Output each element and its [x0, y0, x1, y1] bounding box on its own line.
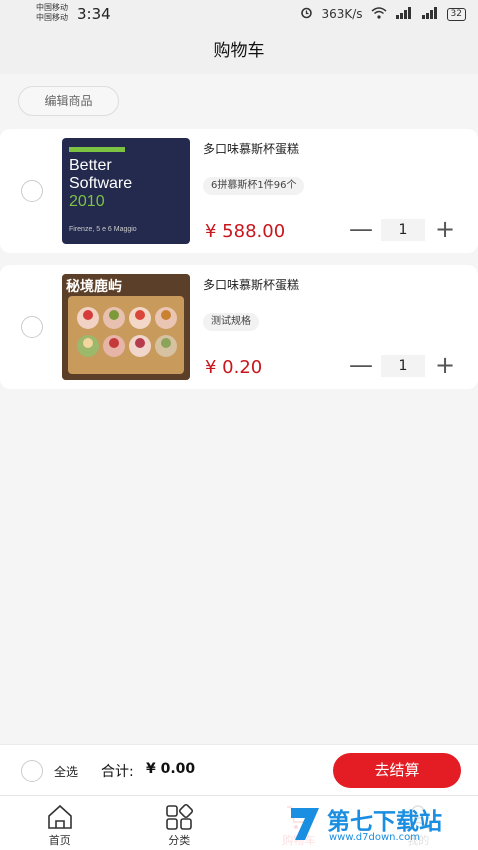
quantity-stepper: — 1 +	[348, 217, 458, 243]
product-image-caption: Firenze, 5 e 6 Maggio	[69, 226, 137, 233]
total-value: ¥ 0.00	[146, 761, 196, 777]
wifi-icon	[371, 6, 387, 22]
status-indicators: 363K/s 32	[300, 6, 466, 22]
page-title: 购物车	[213, 41, 265, 61]
quantity-value[interactable]: 1	[381, 219, 425, 241]
tab-category[interactable]: 分类	[120, 796, 240, 850]
product-image-text-1: Better	[69, 157, 112, 174]
cart-item: Better Software 2010 Firenze, 5 e 6 Magg…	[0, 129, 478, 253]
increase-quantity-button[interactable]: +	[432, 217, 458, 243]
product-spec: 6拼慕斯杯1件96个	[203, 177, 305, 195]
product-name: 多口味慕斯杯蛋糕	[203, 142, 300, 156]
carrier-line-1: 中国移动	[36, 3, 68, 12]
product-image[interactable]: 秘境鹿屿	[62, 274, 190, 380]
product-price: ¥ 0.20	[205, 357, 263, 378]
cart-item: 秘境鹿屿 多口味慕斯杯蛋糕 测试规格 ¥ 0.20 — 1 +	[0, 265, 478, 389]
carrier-info: 中国移动 中国移动	[36, 3, 68, 23]
signal-icon	[395, 6, 413, 22]
product-spec: 测试规格	[203, 313, 259, 331]
battery-icon: 32	[446, 7, 466, 21]
product-price: ¥ 588.00	[205, 221, 286, 242]
item-select-radio[interactable]	[21, 316, 43, 338]
quantity-value[interactable]: 1	[381, 355, 425, 377]
carrier-line-2: 中国移动	[36, 13, 68, 22]
watermark-logo-icon	[291, 808, 319, 840]
checkout-button[interactable]: 去结算	[333, 753, 461, 788]
select-all-radio[interactable]	[21, 760, 43, 782]
tab-home[interactable]: 首页	[0, 796, 120, 850]
quantity-stepper: — 1 +	[348, 353, 458, 379]
alarm-icon	[300, 6, 313, 22]
category-icon	[164, 802, 194, 832]
total-label: 合计:	[101, 764, 134, 780]
tab-home-label: 首页	[48, 834, 71, 847]
checkout-bar: 全选 合计: ¥ 0.00 去结算	[0, 744, 478, 795]
home-icon	[45, 802, 75, 832]
item-select-radio[interactable]	[21, 180, 43, 202]
network-speed: 363K/s	[321, 7, 363, 21]
product-image-text-3: 2010	[69, 193, 105, 210]
edit-items-button[interactable]: 编辑商品	[18, 86, 119, 116]
decrease-quantity-button[interactable]: —	[348, 353, 374, 379]
product-image[interactable]: Better Software 2010 Firenze, 5 e 6 Magg…	[62, 138, 190, 244]
tab-category-label: 分类	[168, 834, 191, 847]
product-image-title: 秘境鹿屿	[66, 279, 122, 295]
signal-icon-2	[421, 6, 439, 22]
watermark-title: 第七下载站	[327, 809, 442, 835]
watermark-url: www.d7down.com	[329, 832, 421, 843]
status-bar: 中国移动 中国移动 3:34 363K/s 32	[0, 0, 478, 28]
product-image-text-2: Software	[69, 175, 133, 192]
increase-quantity-button[interactable]: +	[432, 353, 458, 379]
nav-bar: 购物车	[0, 28, 478, 74]
status-time: 3:34	[77, 5, 111, 23]
select-all-label[interactable]: 全选	[54, 763, 78, 780]
decrease-quantity-button[interactable]: —	[348, 217, 374, 243]
product-name: 多口味慕斯杯蛋糕	[203, 278, 300, 292]
watermark: 第七下载站 www.d7down.com	[283, 800, 478, 850]
